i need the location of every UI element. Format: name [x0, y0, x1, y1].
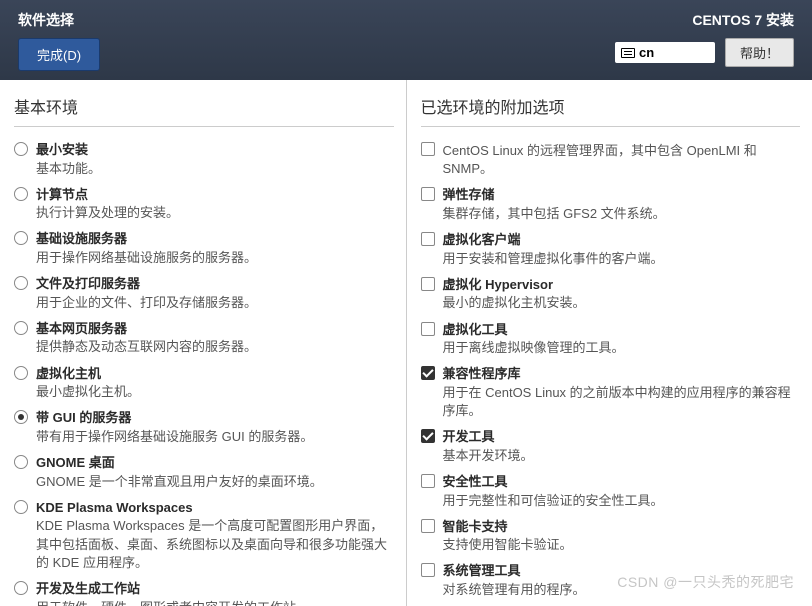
item-title: 开发及生成工作站	[36, 580, 388, 598]
addon-item[interactable]: 弹性存储集群存储，其中包括 GFS2 文件系统。	[421, 182, 795, 227]
item-desc: 提供静态及动态互联网内容的服务器。	[36, 338, 388, 356]
item-desc: 用于操作网络基础设施服务的服务器。	[36, 249, 388, 267]
item-title: 基础设施服务器	[36, 230, 388, 248]
checkbox-icon[interactable]	[421, 142, 435, 156]
item-desc: 基本功能。	[36, 160, 388, 178]
item-title: 兼容性程序库	[443, 365, 795, 383]
addon-item[interactable]: 智能卡支持支持使用智能卡验证。	[421, 514, 795, 559]
addon-item[interactable]: 安全性工具用于完整性和可信验证的安全性工具。	[421, 469, 795, 514]
item-desc: 集群存储，其中包括 GFS2 文件系统。	[443, 205, 795, 223]
item-title: 计算节点	[36, 186, 388, 204]
environment-item[interactable]: 带 GUI 的服务器带有用于操作网络基础设施服务 GUI 的服务器。	[14, 405, 388, 450]
item-title: 虚拟化工具	[443, 321, 795, 339]
item-title: 开发工具	[443, 428, 795, 446]
keyboard-icon	[621, 48, 635, 58]
radio-icon[interactable]	[14, 366, 28, 380]
radio-icon[interactable]	[14, 410, 28, 424]
environment-item[interactable]: KDE Plasma WorkspacesKDE Plasma Workspac…	[14, 495, 388, 576]
addons-list[interactable]: CentOS Linux 的远程管理界面，其中包含 OpenLMI 和 SNMP…	[421, 137, 801, 606]
content: 基本环境 最小安装基本功能。计算节点执行计算及处理的安装。基础设施服务器用于操作…	[0, 80, 812, 606]
item-desc: 用于离线虚拟映像管理的工具。	[443, 339, 795, 357]
checkbox-icon[interactable]	[421, 519, 435, 533]
item-title: 文件及打印服务器	[36, 275, 388, 293]
addon-item[interactable]: 虚拟化 Hypervisor最小的虚拟化主机安装。	[421, 272, 795, 317]
item-title: 智能卡支持	[443, 518, 795, 536]
item-title: 虚拟化客户端	[443, 231, 795, 249]
item-desc: 用于安装和管理虚拟化事件的客户端。	[443, 250, 795, 268]
item-title: 虚拟化 Hypervisor	[443, 276, 795, 294]
radio-icon[interactable]	[14, 231, 28, 245]
item-title: 系统管理工具	[443, 562, 795, 580]
item-title: 带 GUI 的服务器	[36, 409, 388, 427]
addon-item[interactable]: 虚拟化客户端用于安装和管理虚拟化事件的客户端。	[421, 227, 795, 272]
environment-item[interactable]: 文件及打印服务器用于企业的文件、打印及存储服务器。	[14, 271, 388, 316]
addon-item[interactable]: 开发工具基本开发环境。	[421, 424, 795, 469]
item-desc: 基本开发环境。	[443, 447, 795, 465]
item-desc: 带有用于操作网络基础设施服务 GUI 的服务器。	[36, 428, 388, 446]
item-title: 最小安装	[36, 141, 388, 159]
environment-item[interactable]: GNOME 桌面GNOME 是一个非常直观且用户友好的桌面环境。	[14, 450, 388, 495]
addon-item[interactable]: 系统管理工具对系统管理有用的程序。	[421, 558, 795, 603]
radio-icon[interactable]	[14, 142, 28, 156]
item-desc: 用于完整性和可信验证的安全性工具。	[443, 492, 795, 510]
checkbox-icon[interactable]	[421, 366, 435, 380]
item-title: 基本网页服务器	[36, 320, 388, 338]
radio-icon[interactable]	[14, 321, 28, 335]
item-desc: KDE Plasma Workspaces 是一个高度可配置图形用户界面，其中包…	[36, 517, 388, 572]
item-desc: 用于软件、硬件、图形或者内容开发的工作站。	[36, 599, 388, 606]
item-title: KDE Plasma Workspaces	[36, 499, 388, 517]
item-desc: GNOME 是一个非常直观且用户友好的桌面环境。	[36, 473, 388, 491]
environment-item[interactable]: 最小安装基本功能。	[14, 137, 388, 182]
help-button[interactable]: 帮助！	[725, 38, 794, 67]
item-title: GNOME 桌面	[36, 454, 388, 472]
addons-title: 已选环境的附加选项	[421, 94, 801, 127]
header: 软件选择 完成(D) CENTOS 7 安装 cn 帮助！	[0, 0, 812, 80]
keyboard-layout-indicator[interactable]: cn	[615, 42, 715, 63]
checkbox-icon[interactable]	[421, 277, 435, 291]
addon-item[interactable]: 兼容性程序库用于在 CentOS Linux 的之前版本中构建的应用程序的兼容程…	[421, 361, 795, 424]
addon-item[interactable]: 虚拟化工具用于离线虚拟映像管理的工具。	[421, 317, 795, 362]
checkbox-icon[interactable]	[421, 322, 435, 336]
page-title: 软件选择	[18, 10, 100, 30]
item-desc: 对系统管理有用的程序。	[443, 581, 795, 599]
item-title: 虚拟化主机	[36, 365, 388, 383]
header-left: 软件选择 完成(D)	[18, 10, 100, 80]
item-desc: 用于在 CentOS Linux 的之前版本中构建的应用程序的兼容程序库。	[443, 384, 795, 420]
install-title: CENTOS 7 安装	[692, 10, 794, 30]
base-environment-title: 基本环境	[14, 94, 394, 127]
radio-icon[interactable]	[14, 187, 28, 201]
checkbox-icon[interactable]	[421, 232, 435, 246]
checkbox-icon[interactable]	[421, 563, 435, 577]
checkbox-icon[interactable]	[421, 187, 435, 201]
radio-icon[interactable]	[14, 455, 28, 469]
base-environment-column: 基本环境 最小安装基本功能。计算节点执行计算及处理的安装。基础设施服务器用于操作…	[0, 80, 407, 606]
header-right: CENTOS 7 安装 cn 帮助！	[615, 10, 794, 80]
item-title: 弹性存储	[443, 186, 795, 204]
base-environment-list[interactable]: 最小安装基本功能。计算节点执行计算及处理的安装。基础设施服务器用于操作网络基础设…	[14, 137, 394, 606]
checkbox-icon[interactable]	[421, 474, 435, 488]
item-desc: 最小的虚拟化主机安装。	[443, 294, 795, 312]
item-desc: CentOS Linux 的远程管理界面，其中包含 OpenLMI 和 SNMP…	[443, 142, 795, 178]
addons-column: 已选环境的附加选项 CentOS Linux 的远程管理界面，其中包含 Open…	[407, 80, 812, 606]
radio-icon[interactable]	[14, 500, 28, 514]
item-desc: 最小虚拟化主机。	[36, 383, 388, 401]
environment-item[interactable]: 开发及生成工作站用于软件、硬件、图形或者内容开发的工作站。	[14, 576, 388, 606]
radio-icon[interactable]	[14, 276, 28, 290]
environment-item[interactable]: 基础设施服务器用于操作网络基础设施服务的服务器。	[14, 226, 388, 271]
environment-item[interactable]: 计算节点执行计算及处理的安装。	[14, 182, 388, 227]
environment-item[interactable]: 基本网页服务器提供静态及动态互联网内容的服务器。	[14, 316, 388, 361]
item-desc: 用于企业的文件、打印及存储服务器。	[36, 294, 388, 312]
header-controls: cn 帮助！	[615, 38, 794, 67]
addon-item[interactable]: CentOS Linux 的远程管理界面，其中包含 OpenLMI 和 SNMP…	[421, 137, 795, 182]
item-desc: 支持使用智能卡验证。	[443, 536, 795, 554]
checkbox-icon[interactable]	[421, 429, 435, 443]
environment-item[interactable]: 虚拟化主机最小虚拟化主机。	[14, 361, 388, 406]
item-title: 安全性工具	[443, 473, 795, 491]
item-desc: 执行计算及处理的安装。	[36, 204, 388, 222]
radio-icon[interactable]	[14, 581, 28, 595]
done-button[interactable]: 完成(D)	[18, 38, 100, 71]
language-code: cn	[639, 45, 654, 60]
